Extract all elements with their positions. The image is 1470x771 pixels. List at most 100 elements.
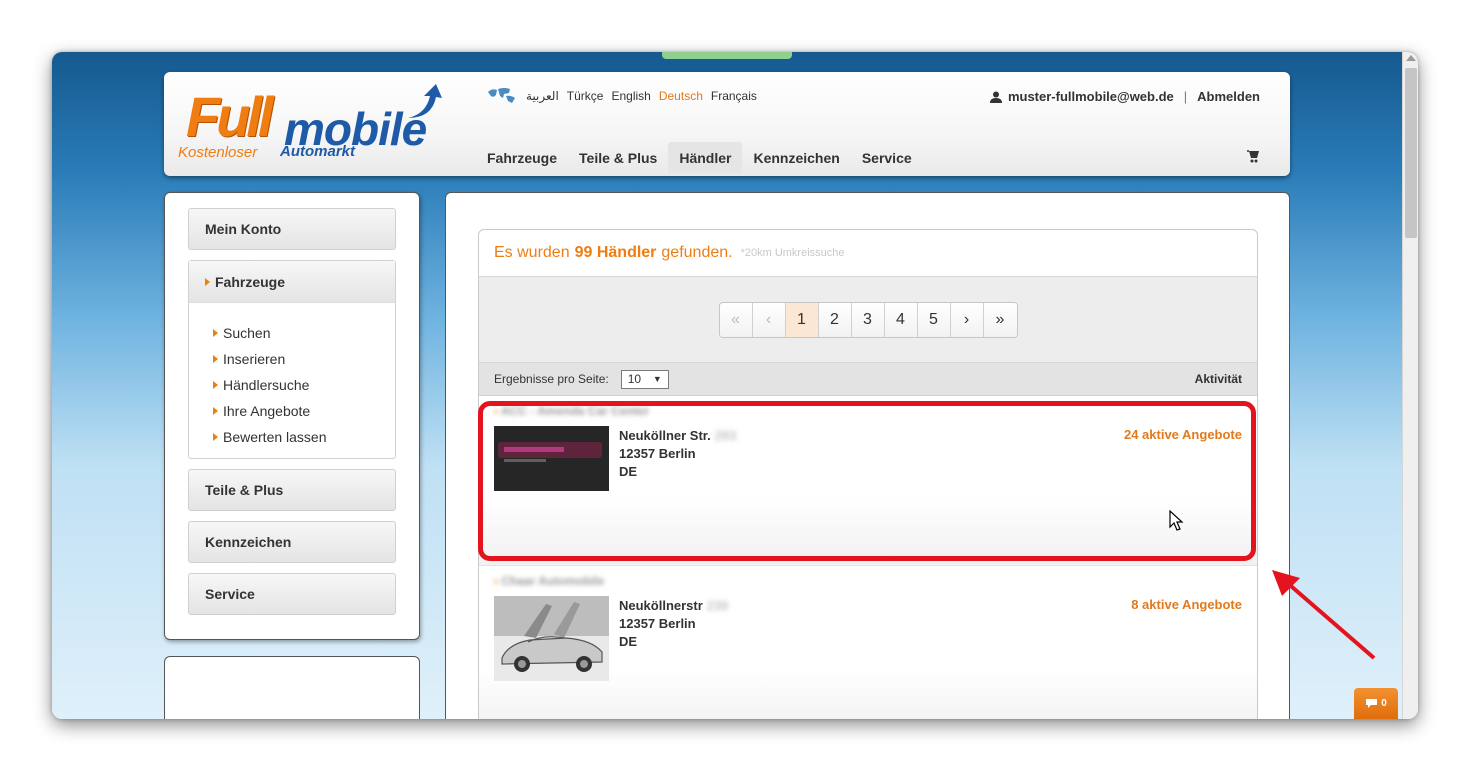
shopping-cart-icon[interactable] [1246, 148, 1262, 164]
logo-arrow-icon [408, 84, 442, 118]
sidebar-fahrzeuge-group: Fahrzeuge Suchen Inserieren Händlersuche [188, 260, 396, 459]
dealer-car-photo[interactable] [494, 596, 609, 681]
user-separator: | [1183, 89, 1188, 104]
dealer-name[interactable]: › ACC - Amenda Car Center [494, 404, 649, 418]
sidebar-item-inserieren[interactable]: Inserieren [213, 346, 395, 372]
vertical-scrollbar[interactable] [1402, 52, 1418, 719]
radius-note: *20km Umkreissuche [740, 247, 845, 259]
page-3-button[interactable]: 3 [851, 302, 885, 337]
dealer-results: Es wurden 99 Händler gefunden. *20km Umk… [478, 229, 1258, 719]
dealer-offers-link[interactable]: 24 aktive Angebote [1124, 427, 1242, 442]
per-page-label: Ergebnisse pro Seite: [494, 372, 609, 386]
sidebar-fahrzeuge-label: Fahrzeuge [215, 273, 286, 290]
sidebar-fahrzeuge-subitems: Suchen Inserieren Händlersuche Ihre Ange… [189, 303, 395, 450]
dealer-street: Neuköllnerstr [619, 598, 703, 613]
lang-german[interactable]: Deutsch [659, 89, 703, 103]
nav-kennzeichen[interactable]: Kennzeichen [742, 142, 850, 174]
page-first-button[interactable]: « [719, 302, 753, 337]
chevron-right-icon [213, 407, 218, 415]
dealer-offers-link[interactable]: 8 aktive Angebote [1131, 597, 1242, 612]
logout-link[interactable]: Abmelden [1197, 89, 1260, 104]
sidebar-item-ihre-angebote[interactable]: Ihre Angebote [213, 398, 395, 424]
page-4-button[interactable]: 4 [884, 302, 918, 337]
dealer-country: DE [619, 634, 638, 649]
site-header: Full mobile Kostenloser Automarkt العربي… [164, 72, 1290, 176]
user-email-link[interactable]: muster-fullmobile@web.de [1008, 89, 1174, 104]
caret-down-icon: ▼ [652, 374, 662, 384]
sidebar-mein-konto[interactable]: Mein Konto [188, 208, 396, 250]
browser-window: Full mobile Kostenloser Automarkt العربي… [52, 52, 1418, 719]
results-suffix: gefunden. [661, 244, 733, 261]
logo-word-full: Full [186, 85, 274, 148]
results-count: 99 Händler [574, 244, 657, 261]
nav-fahrzeuge[interactable]: Fahrzeuge [476, 142, 568, 174]
sidebar-secondary-panel [164, 656, 420, 719]
sidebar-service[interactable]: Service [188, 573, 396, 615]
sidebar-item-haendlersuche[interactable]: Händlersuche [213, 372, 395, 398]
chevron-right-icon [213, 433, 218, 441]
user-area: muster-fullmobile@web.de | Abmelden [989, 89, 1260, 104]
sidebar-teile-plus[interactable]: Teile & Plus [188, 469, 396, 511]
pagination: « ‹ 1 2 3 4 5 › » [718, 301, 1018, 338]
sidebar-item-label: Bewerten lassen [223, 429, 327, 445]
dealer-address: Neuköllner Str. 283 12357 Berlin DE [619, 427, 736, 481]
sidebar-item-label: Händlersuche [223, 377, 310, 393]
site-logo[interactable]: Full mobile Kostenloser Automarkt [176, 84, 442, 164]
page-5-button[interactable]: 5 [917, 302, 951, 337]
page-next-button[interactable]: › [950, 302, 984, 337]
chevron-right-icon [213, 329, 218, 337]
per-page-select[interactable]: 10 ▼ [620, 369, 669, 389]
content-panel: Es wurden 99 Händler gefunden. *20km Umk… [445, 192, 1290, 719]
results-prefix: Es wurden [494, 244, 570, 261]
dealer-street: Neuköllner Str. [619, 428, 711, 443]
logo-tagline-automarkt: Automarkt [280, 143, 356, 160]
nav-haendler[interactable]: Händler [668, 142, 743, 174]
scroll-up-arrow-icon[interactable] [1406, 55, 1416, 61]
sidebar-kennzeichen[interactable]: Kennzeichen [188, 521, 396, 563]
sidebar-item-label: Suchen [223, 325, 271, 341]
dealer-country: DE [619, 464, 638, 479]
top-tab-indicator [662, 52, 792, 59]
user-icon [989, 91, 1002, 103]
activity-sort-label[interactable]: Aktivität [1195, 372, 1242, 386]
sidebar-fahrzeuge[interactable]: Fahrzeuge [189, 261, 395, 303]
dealer-city: 12357 Berlin [619, 616, 696, 631]
main-nav: Fahrzeuge Teile & Plus Händler Kennzeich… [476, 142, 923, 174]
sidebar-item-label: Ihre Angebote [223, 403, 311, 419]
mouse-cursor-icon [1169, 510, 1184, 531]
nav-service[interactable]: Service [851, 142, 923, 174]
page-last-button[interactable]: » [983, 302, 1017, 337]
language-bar: العربية Türkçe English Deutsch Français [486, 86, 757, 106]
lang-turkish[interactable]: Türkçe [567, 89, 604, 103]
chevron-right-icon [213, 381, 218, 389]
pagination-zone: « ‹ 1 2 3 4 5 › » [479, 277, 1257, 363]
dealer-city: 12357 Berlin [619, 446, 696, 461]
world-map-icon [488, 88, 515, 103]
lang-english[interactable]: English [611, 89, 650, 103]
lang-arabic[interactable]: العربية [526, 89, 559, 103]
dealer-house-number: 283 [714, 428, 737, 443]
chevron-right-icon [205, 277, 210, 286]
sidebar-item-bewerten-lassen[interactable]: Bewerten lassen [213, 424, 395, 450]
dealer-house-number: 239 [706, 598, 729, 613]
logo-tagline-kostenloser: Kostenloser [178, 144, 258, 161]
chat-bubble-icon [1366, 699, 1378, 708]
scroll-thumb[interactable] [1405, 68, 1417, 238]
page-1-button[interactable]: 1 [785, 302, 819, 337]
page-2-button[interactable]: 2 [818, 302, 852, 337]
sidebar-item-suchen[interactable]: Suchen [213, 320, 395, 346]
dealer-thumbnail[interactable] [494, 426, 609, 491]
page-prev-button[interactable]: ‹ [752, 302, 786, 337]
sidebar-item-label: Inserieren [223, 351, 286, 367]
lang-french[interactable]: Français [711, 89, 757, 103]
dealer-name[interactable]: › Chaar Automobile [494, 574, 604, 588]
per-page-value: 10 [627, 372, 642, 386]
dealer-row[interactable]: › ACC - Amenda Car Center Neuköllner Str… [479, 396, 1257, 566]
chevron-right-icon [213, 355, 218, 363]
per-page-bar: Ergebnisse pro Seite: 10 ▼ Aktivität [479, 363, 1257, 396]
chat-button[interactable]: 0 [1354, 688, 1398, 719]
dealer-row[interactable]: › Chaar Automobile Neuköllnerstr 239 123… [479, 566, 1257, 719]
chat-count: 0 [1381, 698, 1387, 709]
nav-teile-plus[interactable]: Teile & Plus [568, 142, 668, 174]
left-sidebar: Mein Konto Fahrzeuge Suchen Inserieren H… [164, 192, 420, 640]
